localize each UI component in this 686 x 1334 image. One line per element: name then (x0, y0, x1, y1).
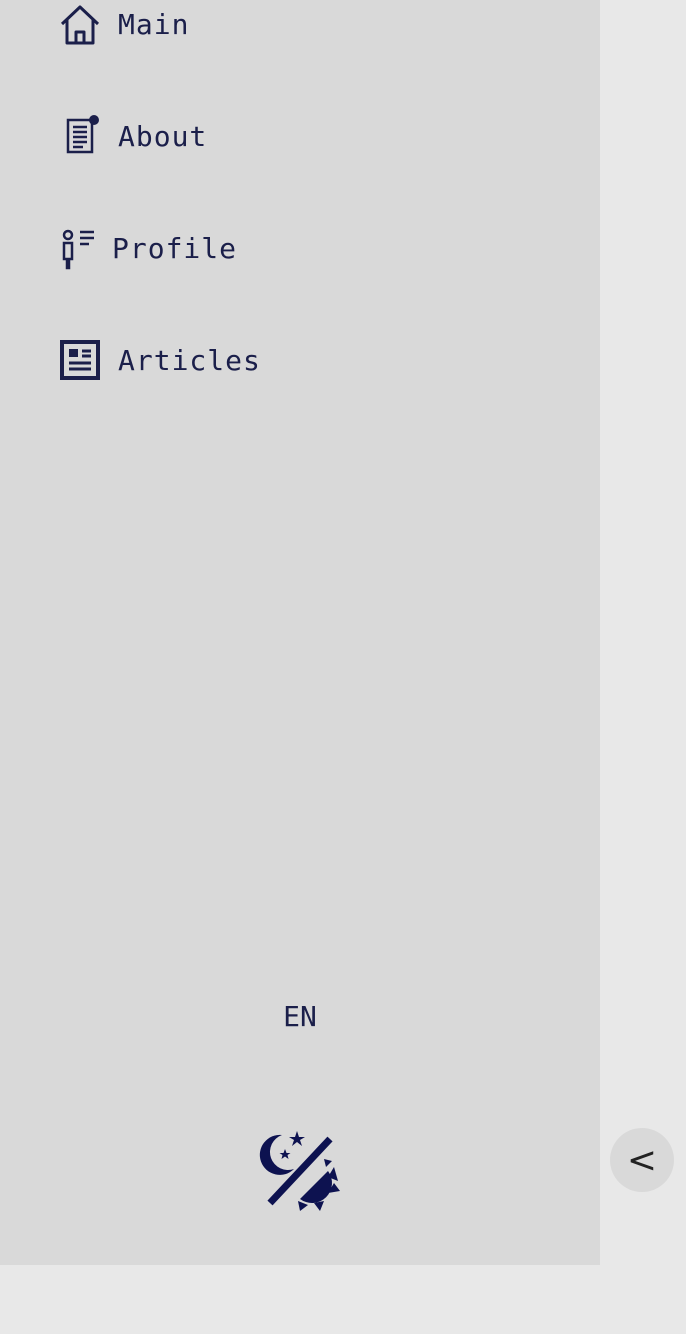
theme-toggle-button[interactable] (252, 1125, 348, 1221)
sidebar-item-profile[interactable]: Profile (56, 224, 237, 272)
profile-icon (56, 224, 104, 272)
articles-icon (56, 336, 104, 384)
theme-toggle-icon (259, 1131, 340, 1211)
home-icon (56, 0, 104, 48)
sidebar-item-articles[interactable]: Articles (56, 336, 261, 384)
sidebar-item-label: Main (118, 7, 190, 41)
collapse-sidebar-button[interactable]: < (610, 1128, 674, 1192)
language-switcher[interactable]: EN (260, 1000, 340, 1033)
sidebar-item-label: Articles (118, 343, 261, 377)
sidebar-item-about[interactable]: About (56, 112, 207, 160)
document-icon (56, 112, 104, 160)
sidebar: Main About Profile Articles EN (0, 0, 600, 1265)
sidebar-item-label: About (118, 119, 208, 153)
sidebar-item-main[interactable]: Main (56, 0, 189, 48)
sidebar-item-label: Profile (112, 231, 238, 265)
